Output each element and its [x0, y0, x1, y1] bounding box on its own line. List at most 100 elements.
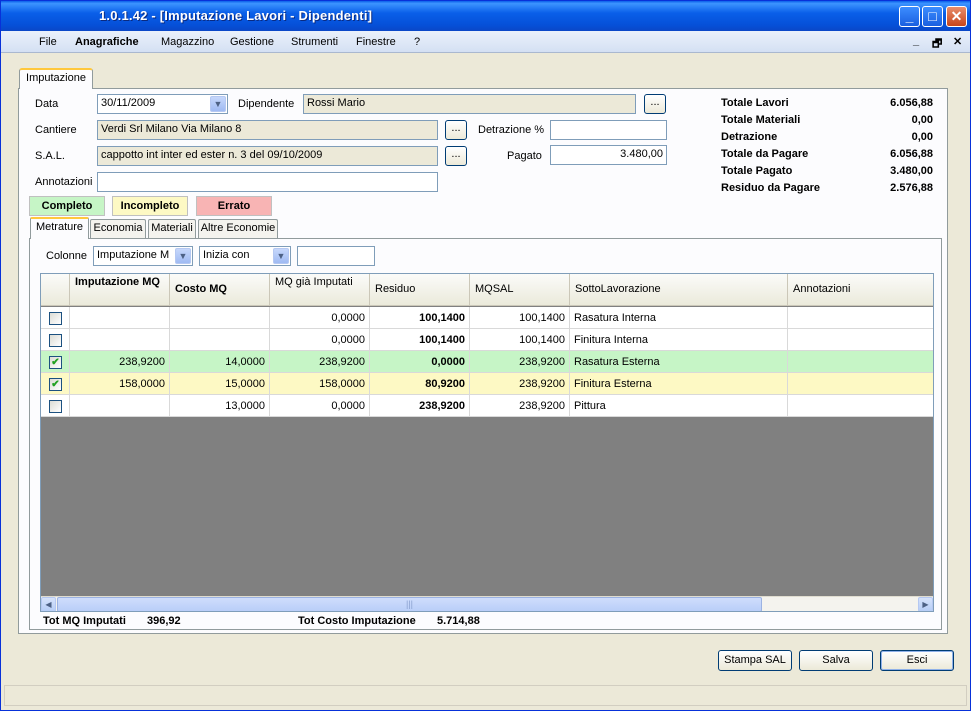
mdi-restore-icon[interactable]: 🗗 — [932, 35, 942, 54]
cell-mqsal[interactable]: 238,9200 — [470, 351, 570, 373]
menu-help[interactable]: ? — [414, 36, 420, 48]
scroll-left-icon[interactable]: ◀ — [41, 597, 56, 611]
tab-altre-economie[interactable]: Altre Economie — [198, 219, 278, 238]
header-mq-gia-imputati[interactable]: MQ già Imputati — [270, 274, 370, 306]
table-row[interactable]: 0,0000 100,1400 100,1400 Rasatura Interna — [41, 307, 933, 329]
horizontal-scrollbar[interactable]: ◀ ||| ▶ — [41, 596, 933, 611]
tab-imputazione[interactable]: Imputazione — [19, 68, 93, 89]
maximize-icon: □ — [928, 8, 937, 24]
title-bar[interactable]: 1.0.1.42 - [Imputazione Lavori - Dipende… — [1, 1, 970, 31]
row-checkbox[interactable]: ✔ — [49, 356, 62, 369]
menu-file[interactable]: File — [39, 36, 57, 48]
cell-gia-imputati[interactable]: 0,0000 — [270, 329, 370, 351]
cell-gia-imputati[interactable]: 0,0000 — [270, 307, 370, 329]
colonne-select[interactable]: Imputazione M ▼ — [93, 246, 193, 266]
cell-imputazione[interactable] — [70, 329, 170, 351]
table-row[interactable]: ✔ 158,0000 15,0000 158,0000 80,9200 238,9200 F… — [41, 373, 933, 395]
cell-sotto[interactable]: Finitura Interna — [570, 329, 788, 351]
mdi-minimize-icon[interactable]: _ — [913, 35, 919, 47]
cell-sotto[interactable]: Pittura — [570, 395, 788, 417]
menu-anagrafiche[interactable]: Anagrafiche — [75, 36, 139, 48]
cell-gia-imputati[interactable]: 0,0000 — [270, 395, 370, 417]
cell-residuo[interactable]: 80,9200 — [370, 373, 470, 395]
chevron-down-icon[interactable]: ▼ — [175, 248, 191, 264]
cell-gia-imputati[interactable]: 238,9200 — [270, 351, 370, 373]
cell-mqsal[interactable]: 100,1400 — [470, 307, 570, 329]
cell-costo[interactable]: 14,0000 — [170, 351, 270, 373]
salva-button[interactable]: Salva — [799, 650, 873, 671]
close-button[interactable]: ✕ — [946, 6, 967, 27]
chevron-down-icon[interactable]: ▼ — [210, 96, 226, 112]
menu-gestione[interactable]: Gestione — [230, 36, 274, 48]
scroll-right-icon[interactable]: ▶ — [918, 597, 933, 611]
mdi-close-icon[interactable]: ✕ — [953, 35, 962, 48]
data-label: Data — [35, 98, 59, 110]
dipendente-browse-button[interactable]: ... — [644, 94, 666, 114]
cell-costo[interactable]: 13,0000 — [170, 395, 270, 417]
maximize-button[interactable]: □ — [922, 6, 943, 27]
tab-metrature[interactable]: Metrature — [30, 217, 89, 239]
cantiere-field[interactable]: Verdi Srl Milano Via Milano 8 — [97, 120, 438, 140]
cell-annot[interactable] — [788, 307, 933, 329]
header-mqsal[interactable]: MQSAL — [470, 274, 570, 306]
scrollbar-thumb[interactable]: ||| — [57, 597, 762, 611]
date-picker[interactable]: 30/11/2009 ▼ — [97, 94, 228, 114]
header-check — [41, 274, 70, 306]
row-checkbox[interactable] — [49, 400, 62, 413]
cell-residuo[interactable]: 0,0000 — [370, 351, 470, 373]
row-checkbox[interactable] — [49, 312, 62, 325]
totale-materiali-row: Totale Materiali 0,00 — [721, 112, 933, 129]
sal-field[interactable]: cappotto int inter ed ester n. 3 del 09/… — [97, 146, 438, 166]
cell-annot[interactable] — [788, 373, 933, 395]
menu-magazzino[interactable]: Magazzino — [161, 36, 214, 48]
row-checkbox[interactable]: ✔ — [49, 378, 62, 391]
esci-button[interactable]: Esci — [880, 650, 954, 671]
chevron-down-icon[interactable]: ▼ — [273, 248, 289, 264]
row-checkbox[interactable] — [49, 334, 62, 347]
cell-annot[interactable] — [788, 329, 933, 351]
pagato-field[interactable]: 3.480,00 — [550, 145, 667, 165]
cell-sotto[interactable]: Finitura Esterna — [570, 373, 788, 395]
cell-annot[interactable] — [788, 351, 933, 373]
cell-imputazione[interactable]: 158,0000 — [70, 373, 170, 395]
header-imputazione-mq[interactable]: Imputazione MQ — [70, 274, 170, 306]
annotazioni-field[interactable] — [97, 172, 438, 192]
table-row[interactable]: ✔ 238,9200 14,0000 238,9200 0,0000 238,9200 Ra… — [41, 351, 933, 373]
cell-imputazione[interactable] — [70, 395, 170, 417]
tot-mq-label: Tot MQ Imputati — [43, 615, 126, 627]
cell-costo[interactable] — [170, 329, 270, 351]
cell-residuo[interactable]: 100,1400 — [370, 329, 470, 351]
cell-costo[interactable] — [170, 307, 270, 329]
status-bar — [4, 685, 967, 706]
cell-costo[interactable]: 15,0000 — [170, 373, 270, 395]
search-input[interactable] — [297, 246, 375, 266]
menu-strumenti[interactable]: Strumenti — [291, 36, 338, 48]
stampa-sal-button[interactable]: Stampa SAL — [718, 650, 792, 671]
detrazione-field[interactable] — [550, 120, 667, 140]
cell-sotto[interactable]: Rasatura Esterna — [570, 351, 788, 373]
cell-imputazione[interactable] — [70, 307, 170, 329]
cantiere-browse-button[interactable]: ... — [445, 120, 467, 140]
sal-browse-button[interactable]: ... — [445, 146, 467, 166]
header-annotazioni[interactable]: Annotazioni — [788, 274, 933, 306]
table-row[interactable]: 13,0000 0,0000 238,9200 238,9200 Pittura — [41, 395, 933, 417]
minimize-button[interactable]: _ — [899, 6, 920, 27]
table-row[interactable]: 0,0000 100,1400 100,1400 Finitura Interna — [41, 329, 933, 351]
cell-mqsal[interactable]: 238,9200 — [470, 395, 570, 417]
header-residuo[interactable]: Residuo — [370, 274, 470, 306]
cell-imputazione[interactable]: 238,9200 — [70, 351, 170, 373]
cell-mqsal[interactable]: 100,1400 — [470, 329, 570, 351]
cell-mqsal[interactable]: 238,9200 — [470, 373, 570, 395]
filter-mode-select[interactable]: Inizia con ▼ — [199, 246, 291, 266]
tab-economia[interactable]: Economia — [90, 219, 146, 238]
tab-materiali[interactable]: Materiali — [148, 219, 196, 238]
header-sottolavorazione[interactable]: SottoLavorazione — [570, 274, 788, 306]
menu-finestre[interactable]: Finestre — [356, 36, 396, 48]
cell-gia-imputati[interactable]: 158,0000 — [270, 373, 370, 395]
cell-residuo[interactable]: 100,1400 — [370, 307, 470, 329]
cell-residuo[interactable]: 238,9200 — [370, 395, 470, 417]
cell-sotto[interactable]: Rasatura Interna — [570, 307, 788, 329]
dipendente-field[interactable]: Rossi Mario — [303, 94, 636, 114]
cell-annot[interactable] — [788, 395, 933, 417]
header-costo-mq[interactable]: Costo MQ — [170, 274, 270, 306]
